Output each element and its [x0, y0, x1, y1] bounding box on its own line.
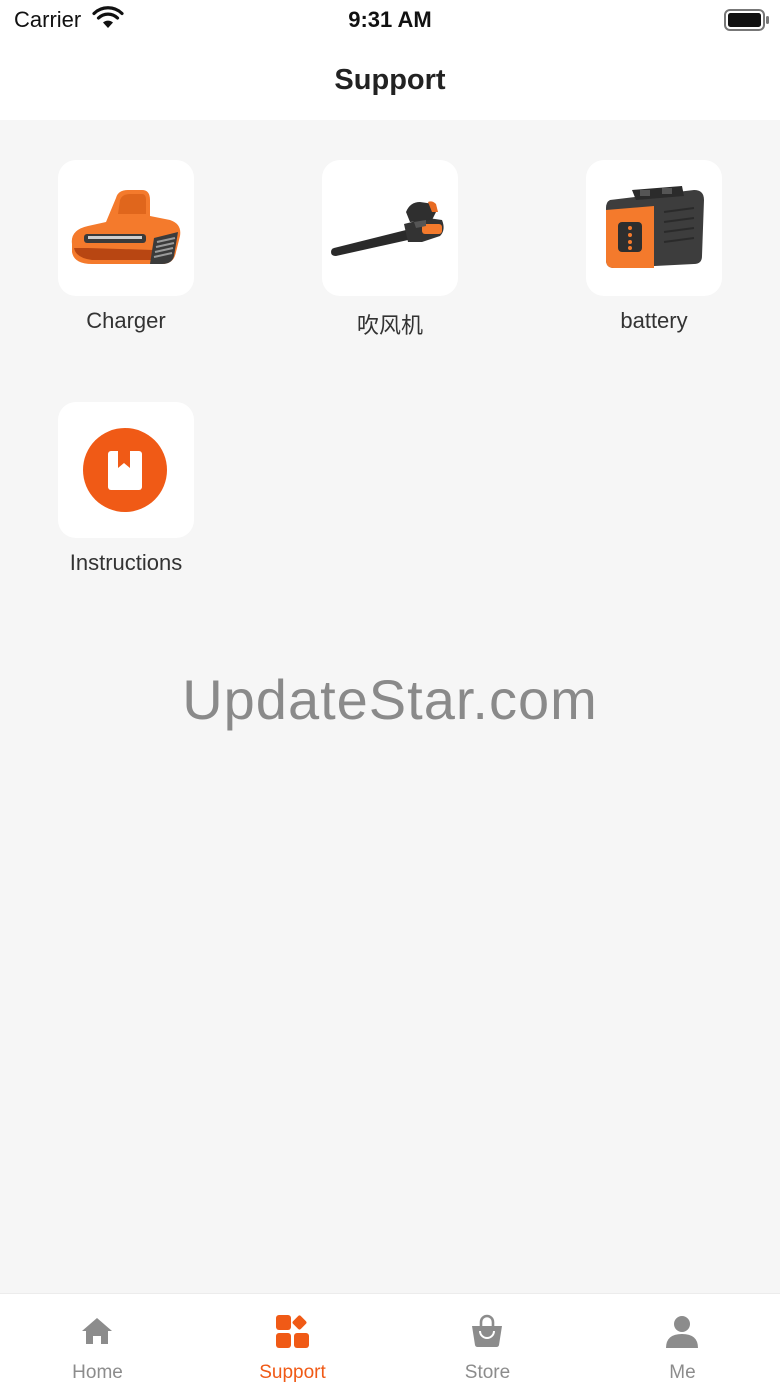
product-tile-blower[interactable]: 吹风机 [290, 160, 490, 340]
nav-bar: Support [0, 40, 780, 120]
battery-thumbnail [586, 160, 722, 296]
tab-bar: Home Support Store Me [0, 1293, 780, 1388]
manual-bookmark-icon [83, 428, 167, 512]
product-label-battery: battery [620, 308, 688, 333]
tab-me[interactable]: Me [585, 1294, 780, 1388]
shopping-bag-icon [472, 1314, 502, 1347]
tab-support[interactable]: Support [195, 1294, 390, 1388]
support-grid-icon [276, 1315, 309, 1348]
charger-image [71, 190, 181, 264]
product-label-instructions: Instructions [69, 550, 183, 575]
watermark-text: UpdateStar.com [182, 668, 598, 731]
tab-home-label: Home [72, 1362, 123, 1383]
support-content: Charger 吹风机 battery Instructions UpdateS… [0, 120, 780, 1293]
tab-store-label: Store [464, 1362, 511, 1383]
product-tile-instructions[interactable]: Instructions [26, 402, 226, 576]
tab-store[interactable]: Store [390, 1294, 585, 1388]
product-tile-charger[interactable]: Charger [26, 160, 226, 334]
leaf-blower-image [331, 201, 444, 256]
blower-thumbnail [322, 160, 458, 296]
product-label-blower: 吹风机 [356, 313, 423, 338]
battery-pack-image [606, 186, 704, 268]
tab-support-label: Support [259, 1362, 326, 1383]
instructions-thumbnail [58, 402, 194, 538]
status-bar: Carrier 9:31 AM [0, 0, 780, 40]
home-icon [82, 1318, 112, 1344]
person-icon [666, 1316, 698, 1348]
charger-thumbnail [58, 160, 194, 296]
tab-me-label: Me [669, 1362, 696, 1383]
status-time: 9:31 AM [348, 7, 432, 32]
tab-home[interactable]: Home [0, 1294, 195, 1388]
product-tile-battery[interactable]: battery [554, 160, 754, 334]
page-title: Support [334, 64, 446, 96]
battery-icon [724, 9, 769, 31]
product-label-charger: Charger [86, 308, 166, 333]
